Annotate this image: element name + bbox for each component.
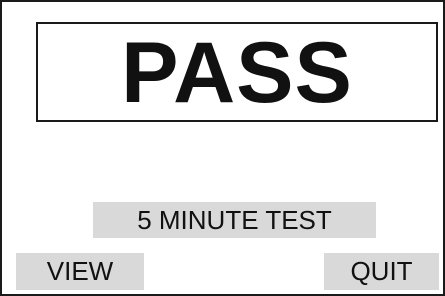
quit-button[interactable]: QUIT <box>324 253 439 290</box>
test-result-screen: PASS 5 MINUTE TEST VIEW QUIT <box>0 0 445 296</box>
result-panel: PASS <box>36 22 438 122</box>
view-button[interactable]: VIEW <box>16 253 144 290</box>
result-status-text: PASS <box>121 25 353 121</box>
test-duration-label: 5 MINUTE TEST <box>93 202 376 238</box>
